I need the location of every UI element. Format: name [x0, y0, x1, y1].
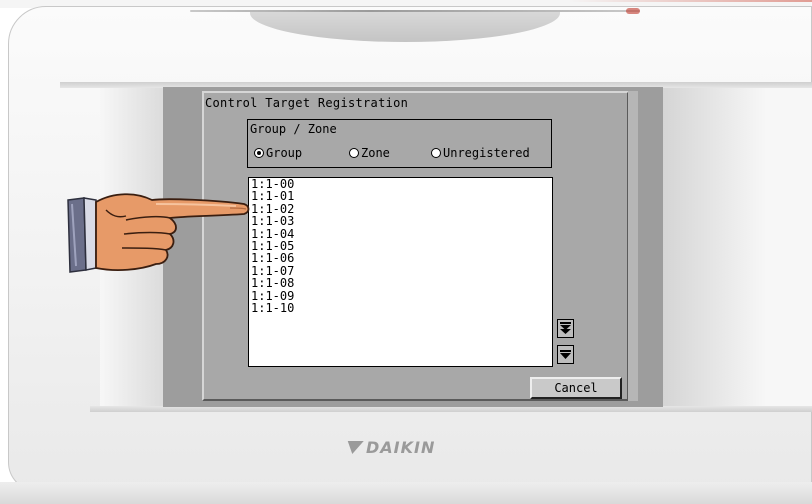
daikin-logo: DAIKIN: [344, 438, 436, 457]
device-top-accent: [0, 0, 812, 2]
daikin-logo-mark-icon: [344, 441, 364, 454]
bezel-side-right: [660, 88, 812, 406]
list-item[interactable]: 1:1-02: [249, 202, 552, 215]
list-item[interactable]: 1:1-00: [249, 178, 552, 190]
pointing-hand-icon: [67, 193, 250, 273]
dialog-title: Control Target Registration: [205, 96, 409, 110]
radio-unselected-icon: [431, 148, 441, 158]
group-zone-label: Group / Zone: [250, 122, 337, 136]
radio-selected-icon: [254, 148, 264, 158]
list-item[interactable]: 1:1-08: [249, 277, 552, 290]
radio-label: Zone: [361, 146, 390, 160]
list-item[interactable]: 1:1-07: [249, 264, 552, 277]
list-item[interactable]: 1:1-01: [249, 190, 552, 203]
touch-panel-device: Control Target Registration Group / Zone…: [0, 0, 812, 504]
list-item[interactable]: 1:1-04: [249, 227, 552, 240]
radio-label: Group: [266, 146, 303, 160]
list-item[interactable]: 1:1-06: [249, 252, 552, 265]
list-item[interactable]: 1:1-05: [249, 240, 552, 253]
cancel-button[interactable]: Cancel: [530, 377, 622, 399]
double-chevron-down-icon: [560, 322, 571, 334]
page-down-button[interactable]: [557, 319, 574, 338]
radio-group-option[interactable]: Group: [254, 146, 302, 160]
screen-right-strip: [628, 91, 638, 401]
list-item[interactable]: 1:1-09: [249, 289, 552, 302]
logo-text: DAIKIN: [366, 438, 436, 457]
radio-unregistered-option[interactable]: Unregistered: [431, 146, 530, 160]
device-bottom-strip: [0, 482, 812, 504]
radio-zone-option[interactable]: Zone: [349, 146, 390, 160]
list-item[interactable]: 1:1-10: [249, 302, 552, 315]
chevron-down-icon: [560, 349, 571, 359]
radio-label: Unregistered: [443, 146, 530, 160]
list-item[interactable]: 1:1-03: [249, 215, 552, 228]
radio-unselected-icon: [349, 148, 359, 158]
target-listbox[interactable]: 1:1-00 1:1-01 1:1-02 1:1-03 1:1-04 1:1-0…: [248, 177, 553, 367]
scroll-down-button[interactable]: [557, 345, 574, 364]
